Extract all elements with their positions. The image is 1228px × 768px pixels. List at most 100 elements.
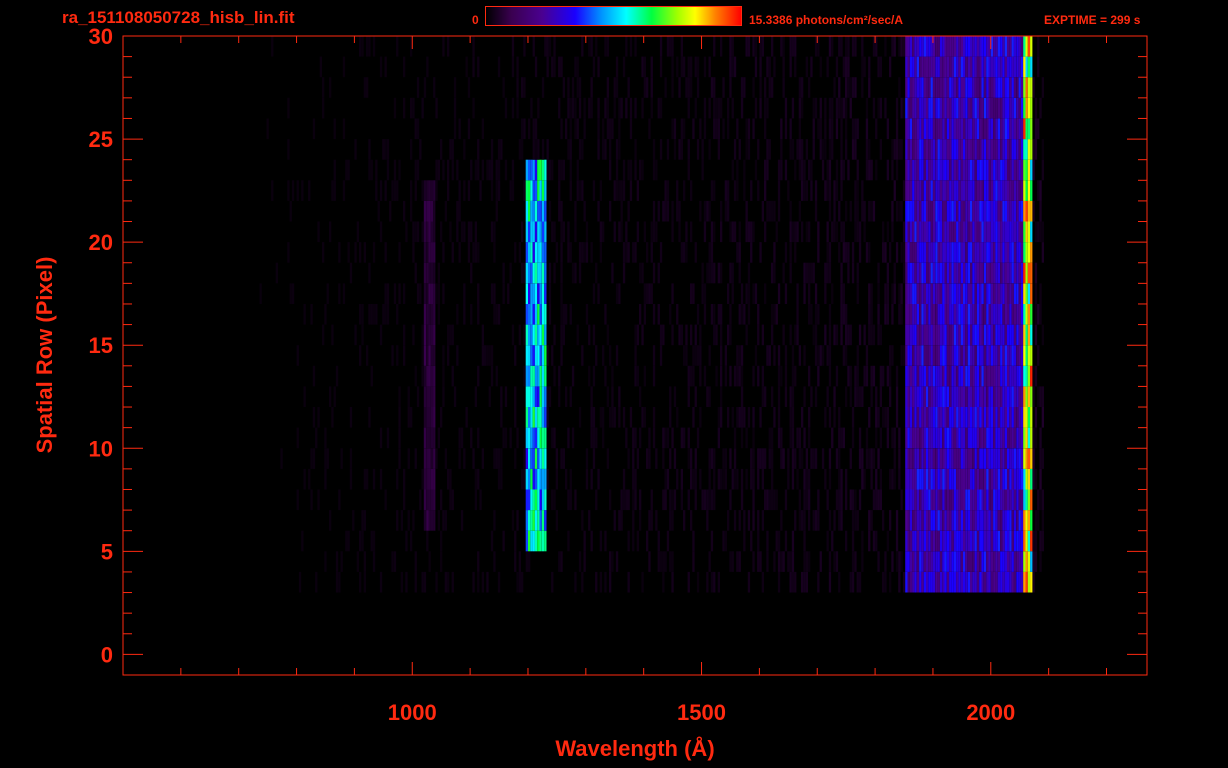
- heatmap-cell: [435, 97, 438, 119]
- heatmap-cell: [875, 427, 878, 449]
- heatmap-cell: [275, 262, 278, 284]
- heatmap-cell: [643, 365, 646, 387]
- heatmap-cell: [687, 139, 690, 160]
- heatmap-cell: [930, 200, 933, 222]
- heatmap-cell: [939, 77, 943, 98]
- heatmap-cell: [828, 139, 832, 160]
- heatmap-cell: [949, 530, 952, 552]
- heatmap-cell: [930, 283, 933, 304]
- heatmap-cell: [907, 427, 910, 449]
- heatmap-cell: [845, 324, 848, 346]
- heatmap-cell: [937, 489, 940, 511]
- heatmap-cell: [849, 489, 852, 511]
- heatmap-cell: [490, 530, 494, 552]
- heatmap-cell: [440, 489, 443, 511]
- heatmap-cell: [1004, 365, 1007, 387]
- heatmap-cell: [539, 200, 542, 222]
- heatmap-cell: [296, 345, 299, 366]
- heatmap-cell: [544, 468, 547, 490]
- heatmap-cell: [912, 262, 915, 284]
- heatmap-cell: [440, 139, 443, 160]
- heatmap-cell: [1027, 510, 1031, 531]
- heatmap-cell: [453, 97, 457, 119]
- heatmap-cell: [1034, 427, 1038, 449]
- heatmap-cell: [1007, 407, 1010, 428]
- heatmap-cell: [868, 324, 871, 346]
- heatmap-cell: [974, 448, 977, 469]
- heatmap-cell: [930, 427, 933, 449]
- heatmap-cell: [1018, 407, 1021, 428]
- heatmap-cell: [648, 551, 651, 572]
- heatmap-cell: [831, 139, 834, 160]
- heatmap-cell: [930, 304, 933, 325]
- heatmap-cell: [1011, 386, 1014, 407]
- heatmap-cell: [544, 36, 547, 57]
- heatmap-cell: [997, 530, 1000, 552]
- heatmap-cell: [963, 118, 966, 140]
- heatmap-cell: [662, 489, 665, 511]
- heatmap-cell: [349, 448, 353, 469]
- heatmap-cell: [976, 283, 980, 304]
- heatmap-cell: [930, 407, 933, 428]
- heatmap-cell: [939, 221, 943, 243]
- heatmap-cell: [544, 324, 547, 346]
- heatmap-cell: [877, 283, 880, 304]
- heatmap-cell: [805, 139, 808, 160]
- heatmap-cell: [706, 386, 709, 407]
- heatmap-cell: [426, 427, 429, 449]
- heatmap-cell: [974, 345, 977, 366]
- heatmap-cell: [1030, 510, 1033, 531]
- heatmap-cell: [1011, 36, 1014, 57]
- heatmap-cell: [400, 510, 403, 531]
- heatmap-cell: [782, 448, 785, 469]
- heatmap-cell: [627, 200, 630, 222]
- heatmap-cell: [1004, 242, 1007, 263]
- heatmap-cell: [604, 571, 607, 593]
- heatmap-cell: [958, 118, 961, 140]
- heatmap-cell: [833, 407, 836, 428]
- heatmap-cell: [926, 180, 929, 201]
- heatmap-cell: [713, 324, 716, 346]
- heatmap-cell: [757, 510, 760, 531]
- heatmap-cell: [428, 180, 431, 201]
- heatmap-cell: [1020, 489, 1024, 511]
- heatmap-cell: [1037, 56, 1040, 78]
- heatmap-cell: [916, 200, 919, 222]
- heatmap-cell: [551, 221, 554, 243]
- heatmap-cell: [743, 159, 746, 181]
- heatmap-cell: [764, 221, 767, 243]
- heatmap-cell: [916, 489, 919, 511]
- heatmap-cell: [856, 571, 859, 593]
- heatmap-cell: [851, 77, 855, 98]
- heatmap-cell: [863, 324, 866, 346]
- heatmap-cell: [826, 180, 829, 201]
- heatmap-cell: [771, 324, 774, 346]
- heatmap-cell: [1034, 365, 1038, 387]
- heatmap-cell: [928, 571, 931, 593]
- heatmap-cell: [1018, 97, 1021, 119]
- heatmap-cell: [537, 242, 540, 263]
- heatmap-cell: [1027, 36, 1031, 57]
- heatmap-cell: [303, 468, 306, 490]
- heatmap-cell: [972, 36, 975, 57]
- heatmap-cell: [523, 77, 526, 98]
- heatmap-cell: [990, 551, 994, 572]
- heatmap-cell: [930, 324, 933, 346]
- heatmap-cell: [926, 159, 929, 181]
- heatmap-cell: [574, 97, 577, 119]
- heatmap-cell: [1016, 97, 1019, 119]
- heatmap-cell: [1009, 180, 1012, 201]
- heatmap-cell: [1018, 159, 1021, 181]
- heatmap-cell: [963, 571, 966, 593]
- heatmap-cell: [1025, 97, 1028, 119]
- heatmap-cell: [958, 159, 961, 181]
- heatmap-cell: [611, 118, 614, 140]
- heatmap-cell: [939, 36, 943, 57]
- heatmap-cell: [764, 118, 767, 140]
- heatmap-cell: [534, 427, 538, 449]
- heatmap-cell: [997, 159, 1000, 181]
- heatmap-cell: [967, 97, 970, 119]
- heatmap-cell: [845, 304, 848, 325]
- heatmap-cell: [905, 386, 908, 407]
- heatmap-cell: [928, 345, 931, 366]
